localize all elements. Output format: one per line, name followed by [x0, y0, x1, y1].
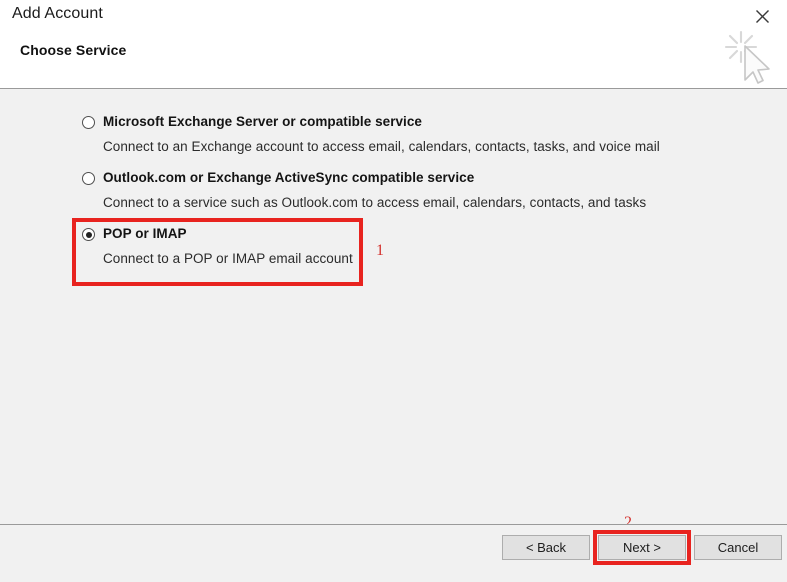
service-option-outlook-activesync[interactable]: Outlook.com or Exchange ActiveSync compa…: [82, 170, 646, 211]
option-label: Outlook.com or Exchange ActiveSync compa…: [103, 170, 475, 185]
next-button-wrap: Next >: [593, 530, 691, 565]
busy-cursor-icon: [724, 30, 770, 84]
next-button[interactable]: Next >: [598, 535, 686, 560]
option-description: Connect to a POP or IMAP email account: [103, 251, 353, 266]
radio-outlook-activesync[interactable]: [82, 172, 95, 185]
cancel-button-wrap: Cancel: [694, 535, 782, 560]
dialog-footer: < Back Next > Cancel: [0, 524, 787, 582]
option-row[interactable]: POP or IMAP: [82, 226, 353, 242]
option-label: POP or IMAP: [103, 226, 187, 241]
dialog-title: Add Account: [12, 5, 103, 22]
annotation-marker-1: 1: [376, 242, 384, 259]
cancel-button[interactable]: Cancel: [694, 535, 782, 560]
option-description: Connect to an Exchange account to access…: [103, 139, 660, 154]
radio-pop-imap[interactable]: [82, 228, 95, 241]
close-glyph: [755, 9, 769, 23]
dialog-header: Add Account Choose Service: [0, 0, 787, 89]
page-title: Choose Service: [20, 42, 127, 58]
option-row[interactable]: Microsoft Exchange Server or compatible …: [82, 114, 660, 130]
footer-buttons: < Back Next > Cancel: [502, 530, 782, 565]
back-button[interactable]: < Back: [502, 535, 590, 560]
add-account-dialog: Add Account Choose Service Microsoft Exc…: [0, 0, 787, 582]
service-option-exchange[interactable]: Microsoft Exchange Server or compatible …: [82, 114, 660, 155]
option-row[interactable]: Outlook.com or Exchange ActiveSync compa…: [82, 170, 646, 186]
back-button-wrap: < Back: [502, 535, 590, 560]
dialog-body: Microsoft Exchange Server or compatible …: [0, 89, 787, 531]
option-label: Microsoft Exchange Server or compatible …: [103, 114, 422, 129]
close-icon[interactable]: [747, 3, 777, 29]
radio-exchange[interactable]: [82, 116, 95, 129]
service-option-pop-imap[interactable]: POP or IMAP Connect to a POP or IMAP ema…: [82, 226, 353, 267]
option-description: Connect to a service such as Outlook.com…: [103, 195, 647, 210]
